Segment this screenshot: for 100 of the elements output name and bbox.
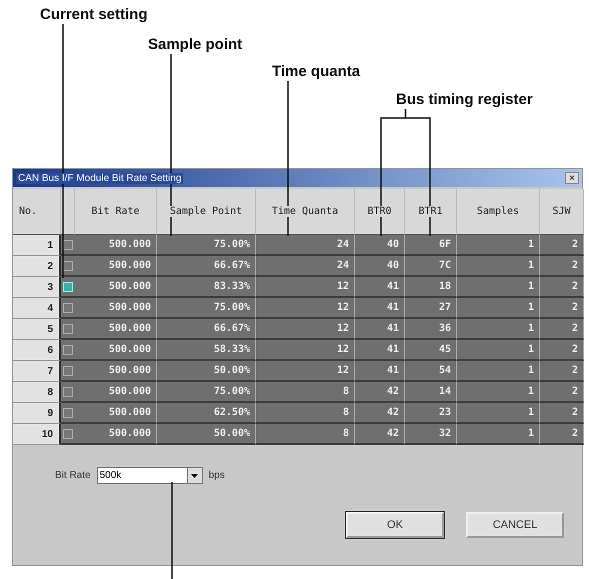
table-cell: 8 bbox=[256, 403, 355, 424]
table-cell: 12 bbox=[256, 361, 355, 382]
row-number: 4 bbox=[13, 298, 61, 319]
dropdown-arrow-icon bbox=[191, 474, 198, 478]
dialog-button[interactable]: CANCEL bbox=[466, 512, 564, 538]
table-cell: 2 bbox=[540, 298, 584, 319]
table-cell: 500.000 bbox=[75, 382, 157, 403]
row-checkbox[interactable] bbox=[63, 344, 73, 354]
table-cell: 32 bbox=[405, 424, 457, 445]
row-number: 6 bbox=[13, 340, 61, 361]
table-cell: 58.33% bbox=[157, 340, 256, 361]
table-cell: 2 bbox=[540, 403, 584, 424]
column-header: BTR0 bbox=[355, 189, 405, 235]
table-cell: 1 bbox=[457, 340, 540, 361]
table-cell: 2 bbox=[540, 319, 584, 340]
table-cell: 36 bbox=[405, 319, 457, 340]
table-cell: 18 bbox=[405, 277, 457, 298]
table-cell: 1 bbox=[457, 424, 540, 445]
table-cell: 42 bbox=[355, 403, 405, 424]
table-cell: 41 bbox=[355, 298, 405, 319]
table-cell: 41 bbox=[355, 340, 405, 361]
column-header: Bit Rate bbox=[75, 189, 157, 235]
table-cell: 2 bbox=[540, 235, 584, 256]
table-cell: 40 bbox=[355, 256, 405, 277]
table-cell: 1 bbox=[457, 277, 540, 298]
close-button[interactable]: × bbox=[565, 172, 579, 184]
row-number: 1 bbox=[13, 235, 61, 256]
table-cell: 12 bbox=[256, 298, 355, 319]
table-cell: 41 bbox=[355, 361, 405, 382]
column-header bbox=[61, 189, 75, 235]
table-cell: 1 bbox=[457, 403, 540, 424]
dialog-button[interactable]: OK bbox=[346, 512, 444, 538]
table-cell: 500.000 bbox=[75, 235, 157, 256]
row-number: 10 bbox=[13, 424, 61, 445]
table-cell: 500.000 bbox=[75, 361, 157, 382]
table-cell: 42 bbox=[355, 382, 405, 403]
table-cell: 23 bbox=[405, 403, 457, 424]
table-cell: 500.000 bbox=[75, 298, 157, 319]
callout-label: Time quanta bbox=[272, 63, 360, 80]
callout-label: Bus timing register bbox=[396, 91, 533, 108]
row-checkbox[interactable] bbox=[63, 240, 73, 250]
table-cell: 54 bbox=[405, 361, 457, 382]
row-number: 9 bbox=[13, 403, 61, 424]
callout-label: Current setting bbox=[40, 6, 148, 23]
table-cell: 12 bbox=[256, 340, 355, 361]
table-cell: 2 bbox=[540, 340, 584, 361]
table-cell: 75.00% bbox=[157, 382, 256, 403]
column-header: SJW bbox=[540, 189, 584, 235]
table-cell: 14 bbox=[405, 382, 457, 403]
table-cell: 6F bbox=[405, 235, 457, 256]
table-cell: 62.50% bbox=[157, 403, 256, 424]
table-cell: 8 bbox=[256, 424, 355, 445]
table-cell: 2 bbox=[540, 361, 584, 382]
row-checkbox[interactable] bbox=[63, 260, 73, 270]
table-cell: 12 bbox=[256, 277, 355, 298]
table-cell: 500.000 bbox=[75, 256, 157, 277]
table-cell: 24 bbox=[256, 256, 355, 277]
table-cell: 66.67% bbox=[157, 256, 256, 277]
table-cell: 500.000 bbox=[75, 424, 157, 445]
column-header: Time Quanta bbox=[256, 189, 355, 235]
table-cell: 500.000 bbox=[75, 340, 157, 361]
table-cell: 2 bbox=[540, 256, 584, 277]
table-cell: 1 bbox=[457, 319, 540, 340]
table-cell: 40 bbox=[355, 235, 405, 256]
table-cell: 8 bbox=[256, 382, 355, 403]
row-number: 2 bbox=[13, 256, 61, 277]
table-cell: 66.67% bbox=[157, 319, 256, 340]
row-checkbox[interactable] bbox=[63, 324, 73, 334]
table-cell: 500.000 bbox=[75, 403, 157, 424]
dropdown-button[interactable] bbox=[186, 467, 203, 484]
table-cell: 41 bbox=[355, 277, 405, 298]
window-title: CAN Bus I/F Module Bit Rate Setting bbox=[16, 172, 184, 184]
table-cell: 24 bbox=[256, 235, 355, 256]
callout-label: Sample point bbox=[148, 36, 242, 53]
table-cell: 27 bbox=[405, 298, 457, 319]
table-cell: 500.000 bbox=[75, 277, 157, 298]
row-checkbox[interactable] bbox=[63, 386, 73, 396]
table-cell: 1 bbox=[457, 298, 540, 319]
row-number: 3 bbox=[13, 277, 61, 298]
row-checkbox[interactable] bbox=[63, 428, 73, 438]
row-number: 7 bbox=[13, 361, 61, 382]
table-cell: 2 bbox=[540, 424, 584, 445]
table-cell: 500.000 bbox=[75, 319, 157, 340]
table-cell: 42 bbox=[355, 424, 405, 445]
row-checkbox[interactable] bbox=[63, 408, 73, 418]
table-cell: 2 bbox=[540, 382, 584, 403]
column-header: BTR1 bbox=[405, 189, 457, 235]
bit-rate-field[interactable]: 500k bbox=[96, 467, 187, 484]
row-checkbox[interactable] bbox=[63, 302, 73, 312]
row-checkbox[interactable] bbox=[63, 366, 73, 376]
column-header: No. bbox=[13, 189, 61, 235]
table-cell: 1 bbox=[457, 235, 540, 256]
unit-label: bps bbox=[208, 470, 225, 481]
table-cell: 1 bbox=[457, 256, 540, 277]
table-cell: 50.00% bbox=[157, 424, 256, 445]
table-cell: 2 bbox=[540, 277, 584, 298]
table-cell: 7C bbox=[405, 256, 457, 277]
row-checkbox[interactable] bbox=[63, 282, 73, 292]
table-cell: 50.00% bbox=[157, 361, 256, 382]
table-cell: 1 bbox=[457, 382, 540, 403]
